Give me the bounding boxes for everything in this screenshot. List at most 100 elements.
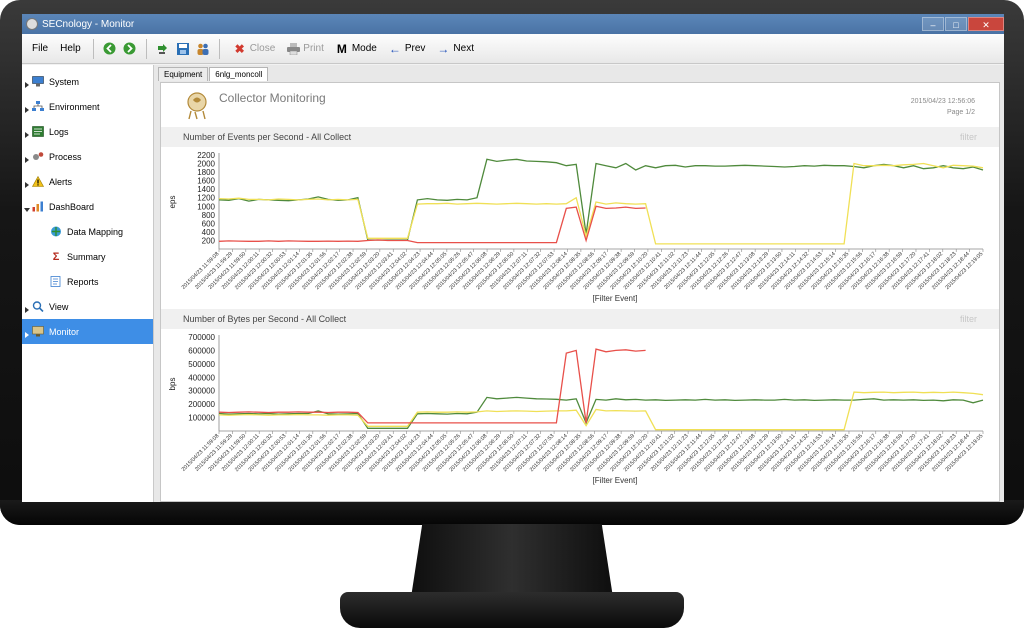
menu-help[interactable]: Help <box>54 43 87 54</box>
window-title: SECnology - Monitor <box>42 18 135 30</box>
arrow-left-icon: ← <box>388 41 401 56</box>
reports-icon <box>50 276 62 288</box>
sidebar-item-system[interactable]: System <box>22 69 153 94</box>
mode-icon: M <box>336 41 347 56</box>
monitor-stand-base <box>340 592 684 628</box>
sidebar-item-process[interactable]: Process <box>22 144 153 169</box>
close-label: Close <box>249 43 276 54</box>
mode-label: Mode <box>351 43 377 54</box>
prev-label: Prev <box>404 43 426 54</box>
toolbar-separator <box>145 38 147 59</box>
y-tick-label: 2000 <box>197 160 215 169</box>
sidebar-item-environment[interactable]: Environment <box>22 94 153 119</box>
close-button[interactable]: ✖ Close <box>226 41 280 57</box>
report-header: Collector Monitoring 2015/04/23 12:56:06… <box>161 83 999 127</box>
mode-button[interactable]: M Mode <box>328 41 381 57</box>
expand-arrow-icon[interactable] <box>25 307 29 313</box>
bytes-filter-link[interactable]: filter <box>960 314 977 324</box>
sidebar-item-reports[interactable]: Reports <box>22 269 153 294</box>
y-tick-label: 1600 <box>197 177 215 186</box>
y-tick-label: 800 <box>202 211 216 220</box>
bytes-chart: 100000 200000 300000 400000 500000 600000 7000… <box>168 333 984 485</box>
sigma-icon: Σ <box>52 250 60 263</box>
sidebar-item-summary[interactable]: Σ Summary <box>22 244 153 269</box>
toolbar-separator <box>218 38 220 59</box>
sidebar-item-logs[interactable]: Logs <box>22 119 153 144</box>
events-chart-title: Number of Events per Second - All Collec… <box>183 132 352 142</box>
y-tick-label: 600 <box>202 219 216 228</box>
events-filter-link[interactable]: filter <box>960 132 977 142</box>
next-label: Next <box>453 43 474 54</box>
y-axis-label: eps <box>168 196 177 209</box>
window-controls: – □ ✕ <box>921 17 1004 31</box>
expand-arrow-icon[interactable] <box>25 332 29 338</box>
data-mapping-icon <box>50 226 62 238</box>
sidebar-item-dashboard[interactable]: DashBoard <box>22 194 153 219</box>
connect-icon[interactable] <box>155 41 171 57</box>
bytes-section-header: Number of Bytes per Second - All Collect… <box>161 309 999 329</box>
y-tick-label: 400 <box>202 228 216 237</box>
main-area: System Environment Logs Process Alerts D… <box>22 65 1004 502</box>
y-tick-label: 400000 <box>188 373 215 382</box>
sidebar-item-view[interactable]: View <box>22 294 153 319</box>
monitor-chin <box>0 500 1024 525</box>
report-date: 2015/04/23 12:56:06 <box>910 98 975 105</box>
x-axis-label: [Filter Event] <box>593 294 638 303</box>
print-button[interactable]: Print <box>279 41 328 57</box>
sidebar-item-data-mapping[interactable]: Data Mapping <box>22 219 153 244</box>
y-axis-label: bps <box>168 378 177 391</box>
sidebar-item-monitor[interactable]: Monitor <box>22 319 153 344</box>
sidebar-item-label: Environment <box>49 101 100 112</box>
sidebar-item-label: Alerts <box>49 176 73 187</box>
events-chart: 2004006008001000120014001600180020002200… <box>168 151 984 303</box>
dashboard-icon <box>32 201 44 213</box>
expand-arrow-icon[interactable] <box>25 132 29 138</box>
sidebar-item-label: Reports <box>67 276 99 287</box>
bytes-chart-title: Number of Bytes per Second - All Collect <box>183 314 347 324</box>
y-tick-label: 1400 <box>197 185 215 194</box>
collector-logo-icon <box>187 92 207 120</box>
tab-moncoll[interactable]: 6nlg_moncoll <box>209 67 269 81</box>
forward-icon[interactable] <box>122 41 138 57</box>
y-tick-label: 100000 <box>188 414 215 423</box>
tab-equipment[interactable]: Equipment <box>158 67 209 81</box>
prev-button[interactable]: ← Prev <box>381 41 430 57</box>
maximize-icon[interactable]: □ <box>945 17 967 31</box>
y-tick-label: 1200 <box>197 194 215 203</box>
report-page: Collector Monitoring 2015/04/23 12:56:06… <box>160 82 1000 502</box>
expand-arrow-icon[interactable] <box>25 182 29 188</box>
x-axis-label: [Filter Event] <box>593 476 638 485</box>
series-line-1 <box>218 391 984 431</box>
printer-icon <box>285 41 301 57</box>
app-icon <box>26 18 38 30</box>
expand-arrow-icon[interactable] <box>25 82 29 88</box>
sidebar-item-alerts[interactable]: Alerts <box>22 169 153 194</box>
network-icon <box>32 101 44 113</box>
events-section-header: Number of Events per Second - All Collec… <box>161 127 999 147</box>
report-title: Collector Monitoring <box>219 91 326 105</box>
content-area: Equipment 6nlg_moncoll Collector Monitor… <box>154 65 1004 502</box>
arrow-right-icon: → <box>437 41 450 56</box>
alert-icon <box>32 176 44 188</box>
tab-bar: Equipment 6nlg_moncoll <box>154 65 1004 81</box>
y-tick-label: 200 <box>202 236 216 245</box>
close-x-icon: ✖ <box>234 41 245 56</box>
sidebar-item-label: System <box>49 76 80 87</box>
save-icon[interactable] <box>175 41 191 57</box>
y-tick-label: 700000 <box>188 333 215 342</box>
close-window-icon[interactable]: ✕ <box>968 17 1004 31</box>
expand-arrow-icon[interactable] <box>25 157 29 163</box>
users-icon[interactable] <box>195 41 211 57</box>
sidebar-item-label: DashBoard <box>49 201 95 212</box>
menu-file[interactable]: File <box>26 43 54 54</box>
toolbar: File Help ✖ Close Print M Mode ← Prev → … <box>22 34 1004 64</box>
expand-arrow-icon[interactable] <box>24 208 30 212</box>
events-chart-container: 200 400 600 800 1000 1200 1400 1600 1800 2000 2200… <box>161 147 999 309</box>
next-button[interactable]: → Next <box>429 41 478 57</box>
sidebar-item-label: Summary <box>67 251 106 262</box>
minimize-icon[interactable]: – <box>922 17 944 31</box>
back-icon[interactable] <box>102 41 118 57</box>
expand-arrow-icon[interactable] <box>25 107 29 113</box>
sidebar-item-label: View <box>49 301 69 312</box>
bytes-chart-container: 100000 200000 300000 400000 500000 600000 7000… <box>161 329 999 491</box>
